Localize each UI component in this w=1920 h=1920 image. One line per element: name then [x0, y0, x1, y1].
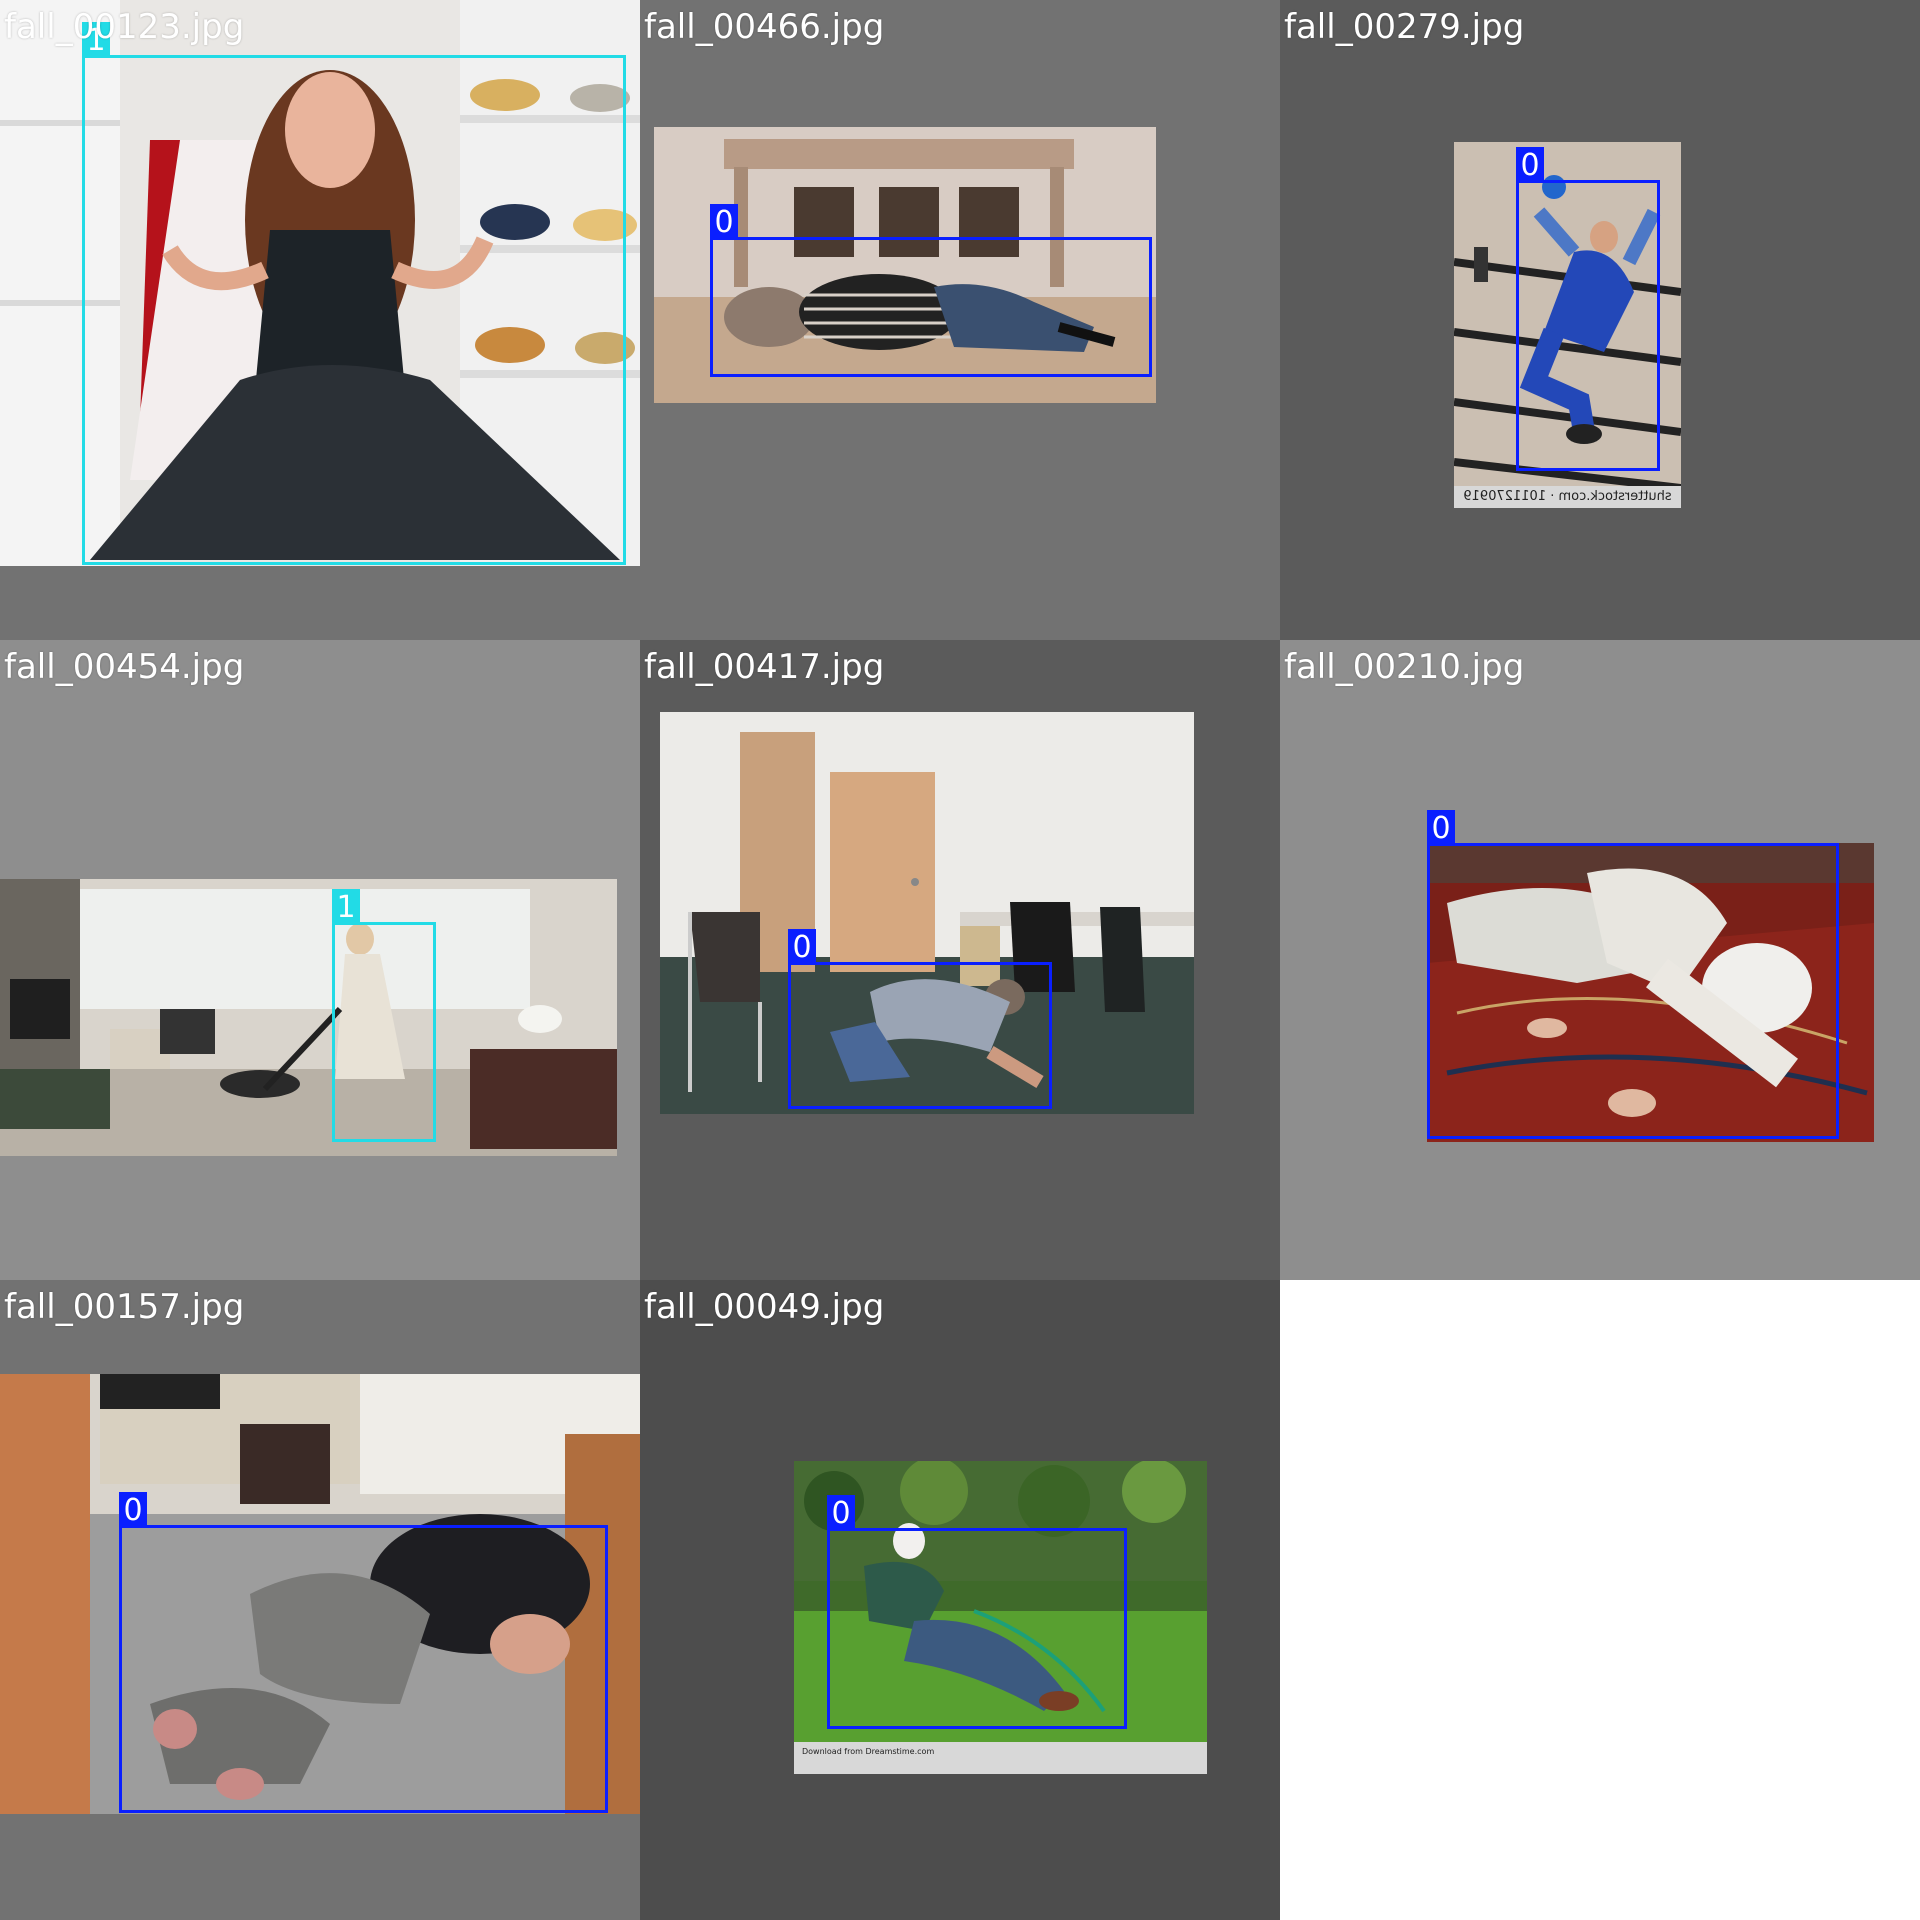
photo-watermark: shutterstock.com · 1011270919	[1454, 486, 1681, 508]
mosaic-tile: 1 fall_00123.jpg	[0, 0, 640, 640]
mosaic-tile: 0 fall_00466.jpg	[640, 0, 1280, 640]
mosaic-tile: Download from Dreamstime.com 0 fall_0004…	[640, 1280, 1280, 1920]
tile-image	[0, 879, 617, 1156]
detection-box: 1	[332, 889, 436, 1142]
tile-filename: fall_00210.jpg	[1284, 647, 1525, 687]
detection-box: 0	[119, 1492, 608, 1813]
detection-box: 0	[788, 929, 1052, 1109]
tile-filename: fall_00123.jpg	[4, 7, 245, 47]
photo-watermark: Download from Dreamstime.com	[794, 1742, 1207, 1774]
tile-filename: fall_00279.jpg	[1284, 7, 1525, 47]
box-class-label: 0	[788, 929, 816, 965]
detection-box: 0	[710, 204, 1152, 377]
detection-mosaic: 1 fall_00123.jpg 0 fall_00466.jpg shutte…	[0, 0, 1920, 1920]
tile-filename: fall_00454.jpg	[4, 647, 245, 687]
tile-filename: fall_00417.jpg	[644, 647, 885, 687]
mosaic-tile: 0 fall_00210.jpg	[1280, 640, 1920, 1280]
mosaic-tile: 0 fall_00157.jpg	[0, 1280, 640, 1920]
tile-filename: fall_00466.jpg	[644, 7, 885, 47]
box-class-label: 0	[710, 204, 738, 240]
detection-box: 0	[1427, 810, 1839, 1139]
box-class-label: 0	[1516, 147, 1544, 183]
tile-filename: fall_00157.jpg	[4, 1287, 245, 1327]
box-class-label: 0	[119, 1492, 147, 1528]
box-class-label: 0	[827, 1495, 855, 1531]
mosaic-tile: 0 fall_00417.jpg	[640, 640, 1280, 1280]
tile-filename: fall_00049.jpg	[644, 1287, 885, 1327]
box-class-label: 0	[1427, 810, 1455, 846]
mosaic-tile: shutterstock.com · 1011270919 0 fall_002…	[1280, 0, 1920, 640]
mosaic-tile: 1 fall_00454.jpg	[0, 640, 640, 1280]
detection-box: 1	[82, 22, 626, 565]
detection-box: 0	[827, 1495, 1127, 1729]
detection-box: 0	[1516, 147, 1660, 471]
box-class-label: 1	[332, 889, 360, 925]
